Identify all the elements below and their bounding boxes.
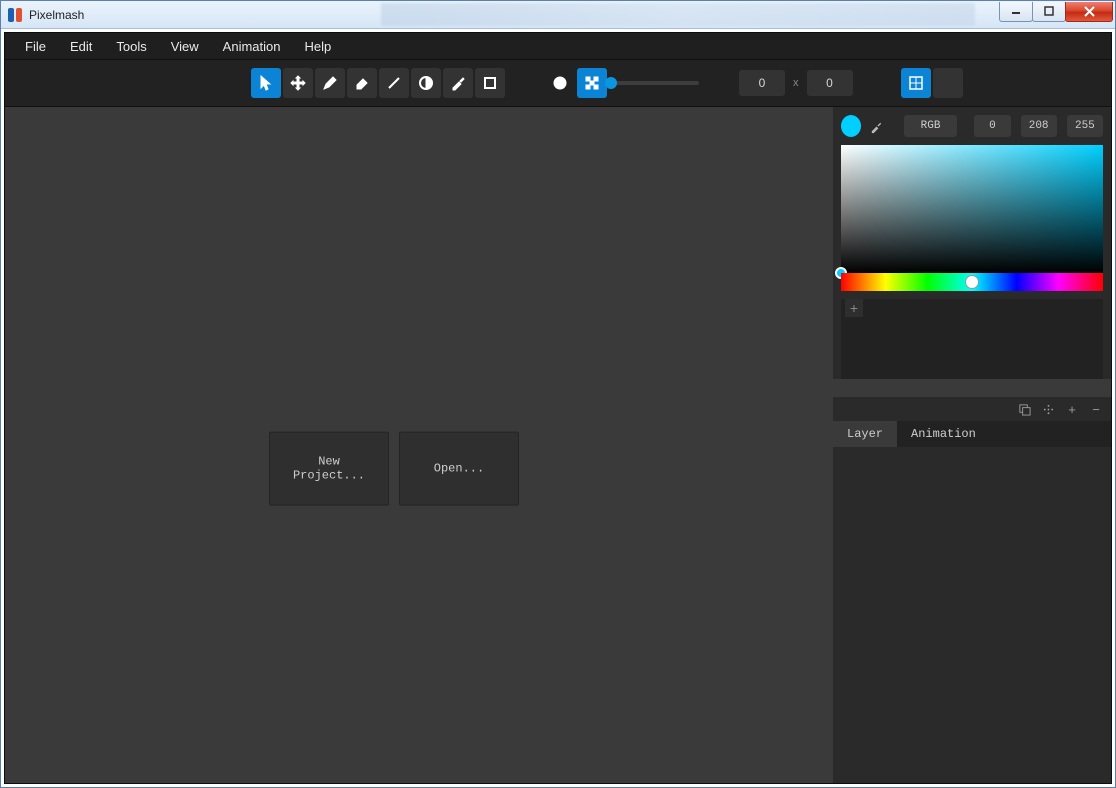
color-r-value[interactable]: 0 <box>974 115 1010 137</box>
add-swatch-button[interactable]: + <box>845 299 863 317</box>
tab-layer[interactable]: Layer <box>833 421 897 447</box>
menu-file[interactable]: File <box>15 36 56 57</box>
menu-edit[interactable]: Edit <box>60 36 102 57</box>
eyedropper-icon[interactable] <box>867 115 887 137</box>
minimize-button[interactable] <box>999 2 1033 22</box>
start-buttons: New Project... Open... <box>269 432 519 506</box>
hue-slider[interactable] <box>841 273 1103 291</box>
toolbar: 0 x 0 <box>5 59 1111 107</box>
canvas-height-input[interactable]: 0 <box>807 70 853 96</box>
window: Pixelmash File Edit Tools View Animation… <box>0 0 1116 788</box>
brush-shape-circle[interactable] <box>545 68 575 98</box>
tool-eraser[interactable] <box>347 68 377 98</box>
layer-panel-body <box>833 447 1111 783</box>
tool-pointer[interactable] <box>251 68 281 98</box>
layer-add-button[interactable]: + <box>1061 399 1083 419</box>
tab-animation[interactable]: Animation <box>897 421 990 447</box>
canvas-size-separator: x <box>791 77 801 89</box>
brush-shape-group <box>545 68 699 98</box>
layer-duplicate-button[interactable] <box>1013 399 1035 419</box>
tool-bucket[interactable] <box>411 68 441 98</box>
menubar: File Edit Tools View Animation Help <box>5 33 1111 59</box>
color-top-row: RGB 0 208 255 <box>841 115 1103 137</box>
open-button[interactable]: Open... <box>399 432 519 506</box>
close-button[interactable] <box>1065 2 1113 22</box>
grid-group <box>901 68 963 98</box>
brush-size-slider[interactable] <box>609 81 699 85</box>
hue-cursor[interactable] <box>965 275 979 289</box>
brush-size-knob[interactable] <box>605 77 617 89</box>
brush-shape-pixel[interactable] <box>577 68 607 98</box>
panel-tabs: Layer Animation <box>833 421 1111 447</box>
tool-line[interactable] <box>379 68 409 98</box>
current-color-swatch[interactable] <box>841 115 861 137</box>
layer-move-button[interactable] <box>1037 399 1059 419</box>
app-icon <box>7 7 23 23</box>
color-section: RGB 0 208 255 + <box>833 107 1111 379</box>
canvas-width-input[interactable]: 0 <box>739 70 785 96</box>
panel-gap <box>833 379 1111 397</box>
layer-remove-button[interactable]: − <box>1085 399 1107 419</box>
titlebar: Pixelmash <box>1 1 1115 29</box>
workspace: New Project... Open... RGB 0 <box>5 107 1111 783</box>
swatch-palette: + <box>841 299 1103 379</box>
color-b-value[interactable]: 255 <box>1067 115 1103 137</box>
canvas-size-group: 0 x 0 <box>739 70 853 96</box>
canvas-area[interactable]: New Project... Open... <box>5 107 833 783</box>
maximize-button[interactable] <box>1032 2 1066 22</box>
tool-picker[interactable] <box>443 68 473 98</box>
window-buttons <box>1000 2 1113 22</box>
tool-move[interactable] <box>283 68 313 98</box>
menu-tools[interactable]: Tools <box>106 36 156 57</box>
tool-marquee[interactable] <box>475 68 505 98</box>
right-panel: RGB 0 208 255 + <box>833 107 1111 783</box>
app-frame: File Edit Tools View Animation Help <box>4 32 1112 784</box>
color-mode-button[interactable]: RGB <box>904 115 957 137</box>
grid-settings[interactable] <box>933 68 963 98</box>
sv-picker[interactable] <box>841 145 1103 273</box>
tool-brush[interactable] <box>315 68 345 98</box>
titlebar-glass-backdrop <box>381 3 975 26</box>
layer-action-bar: + − <box>833 397 1111 421</box>
color-g-value[interactable]: 208 <box>1021 115 1057 137</box>
new-project-button[interactable]: New Project... <box>269 432 389 506</box>
grid-toggle[interactable] <box>901 68 931 98</box>
window-title: Pixelmash <box>29 8 84 22</box>
menu-animation[interactable]: Animation <box>213 36 291 57</box>
tool-group-main <box>251 68 505 98</box>
menu-view[interactable]: View <box>161 36 209 57</box>
menu-help[interactable]: Help <box>294 36 341 57</box>
